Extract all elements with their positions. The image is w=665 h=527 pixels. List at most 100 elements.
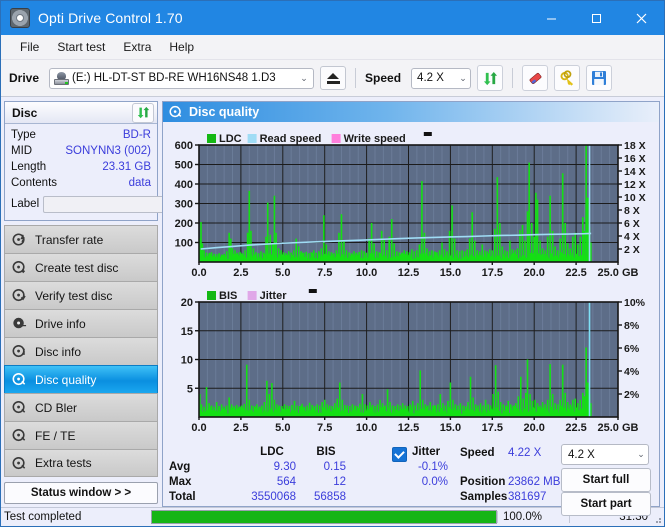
svg-text:10.0: 10.0: [356, 422, 377, 434]
test-speed-select[interactable]: 4.2 X ⌄: [561, 444, 649, 465]
svg-text:22.5: 22.5: [565, 267, 586, 279]
sidebar-item-verify-test-disc[interactable]: Verify test disc: [4, 281, 158, 309]
stats-row-label-avg: Avg: [169, 461, 191, 473]
disc-row-type: Type BD-R: [11, 127, 151, 143]
disc-panel-header: Disc: [5, 102, 157, 124]
stats-total-bis: 56858: [314, 491, 346, 503]
svg-text:8 X: 8 X: [624, 205, 640, 217]
bis-chart[interactable]: 5 10 15 20 2% 4% 6% 8% 10% 0.0 2.5 5.0 7.5 10.0 12.5 15…: [163, 282, 659, 437]
svg-text:4%: 4%: [624, 366, 640, 378]
stats-avg-jitter: -0.1%: [417, 461, 448, 473]
sidebar-item-label: Verify test disc: [35, 288, 113, 303]
svg-text:BIS: BIS: [219, 290, 237, 302]
menu-start-test[interactable]: Start test: [48, 37, 114, 57]
toolbar: Drive (E:) HL-DT-ST BD-RE WH16NS48 1.D3 …: [1, 60, 664, 97]
toolbar-divider: [355, 68, 357, 88]
maximize-button[interactable]: [574, 1, 619, 35]
app-body: Disc Type BD-R MID SONYNN3 (002) Length …: [1, 97, 664, 516]
svg-text:18 X: 18 X: [624, 140, 646, 152]
progress-percent: 100.0%: [497, 511, 569, 523]
sidebar-item-label: Disc info: [35, 344, 82, 359]
svg-text:20.0: 20.0: [523, 422, 544, 434]
svg-text:600: 600: [175, 140, 193, 152]
svg-text:15.0: 15.0: [440, 267, 461, 279]
svg-text:5.0: 5.0: [275, 422, 290, 434]
save-button[interactable]: [586, 65, 613, 91]
disc-row-contents: Contents data: [11, 175, 151, 191]
svg-text:10: 10: [181, 355, 193, 367]
svg-text:500: 500: [175, 160, 193, 172]
svg-text:2 X: 2 X: [624, 244, 640, 256]
svg-text:10.0: 10.0: [356, 267, 377, 279]
svg-text:22.5: 22.5: [565, 422, 586, 434]
menu-help[interactable]: Help: [160, 37, 203, 57]
disc-panel-title: Disc: [12, 105, 38, 120]
extra-tests-icon: [12, 456, 26, 469]
stats-total-ldc: 3550068: [251, 491, 296, 503]
keys-button[interactable]: [554, 65, 581, 91]
sidebar-item-transfer-rate[interactable]: Transfer rate: [4, 225, 158, 253]
sidebar-item-label: CD Bler: [35, 400, 78, 415]
progress-bar: [151, 510, 497, 524]
refresh-icon: [483, 71, 497, 85]
drive-select[interactable]: (E:) HL-DT-ST BD-RE WH16NS48 1.D3 ⌄: [49, 67, 315, 89]
svg-text:LDC: LDC: [219, 133, 242, 145]
sidebar-item-disc-quality[interactable]: Disc quality: [4, 365, 158, 393]
disc-refresh-button[interactable]: [132, 102, 154, 123]
erase-button[interactable]: [522, 65, 549, 91]
menu-file[interactable]: File: [11, 37, 48, 57]
sidebar-item-cd-bler[interactable]: CD Bler: [4, 393, 158, 421]
svg-text:15: 15: [181, 326, 193, 338]
drive-select-value: (E:) HL-DT-ST BD-RE WH16NS48 1.D3: [72, 72, 276, 84]
start-full-button[interactable]: Start full: [561, 468, 651, 492]
sidebar-item-label: Transfer rate: [35, 232, 104, 247]
drive-label: Drive: [9, 71, 40, 85]
close-button[interactable]: [619, 1, 664, 35]
svg-text:400: 400: [175, 179, 193, 191]
sidebar-item-create-test-disc[interactable]: Create test disc: [4, 253, 158, 281]
disc-row-mid: MID SONYNN3 (002): [11, 143, 151, 159]
sidebar-item-extra-tests[interactable]: Extra tests: [4, 449, 158, 477]
panel-header: Disc quality: [163, 102, 659, 122]
speed-select-value: 4.2 X: [417, 72, 444, 84]
sidebar-item-label: Create test disc: [35, 260, 119, 275]
disc-speed-icon: [12, 233, 25, 246]
svg-text:0.0: 0.0: [191, 422, 206, 434]
disc-quality-icon: [12, 372, 26, 386]
stats-avg-bis: 0.15: [323, 461, 346, 473]
sidebar: Disc Type BD-R MID SONYNN3 (002) Length …: [1, 97, 247, 507]
speed-select[interactable]: 4.2 X ⌄: [411, 67, 472, 89]
title-bar: Opti Drive Control 1.70: [1, 1, 664, 35]
sidebar-item-label: Drive info: [35, 316, 86, 331]
save-icon: [592, 71, 607, 85]
sidebar-item-disc-info[interactable]: Disc info: [4, 337, 158, 365]
resize-grip-icon[interactable]: [652, 514, 662, 524]
disc-properties: Type BD-R MID SONYNN3 (002) Length 23.31…: [5, 124, 247, 220]
minimize-button[interactable]: [529, 1, 574, 35]
sidebar-item-fe-te[interactable]: FE / TE: [4, 421, 158, 449]
stats-header-ldc: LDC: [260, 446, 284, 458]
refresh-button[interactable]: [477, 65, 504, 91]
svg-text:17.5: 17.5: [482, 422, 503, 434]
drive-icon: [54, 71, 70, 85]
disc-quality-icon: [169, 105, 182, 118]
sidebar-item-drive-info[interactable]: Drive info: [4, 309, 158, 337]
stats-row-label-total: Total: [169, 491, 196, 503]
menu-extra[interactable]: Extra: [114, 37, 160, 57]
eject-button[interactable]: [320, 66, 347, 90]
start-part-button[interactable]: Start part: [561, 492, 651, 516]
jitter-checkbox[interactable]: [392, 447, 407, 462]
status-window-button[interactable]: Status window > >: [4, 482, 158, 504]
sidebar-nav: Transfer rate Create test disc Verify te…: [4, 225, 158, 477]
ldc-chart[interactable]: 100 200 300 400 500 600 2 X4 X6 X8 X 10 X 12 X 14…: [163, 122, 659, 282]
svg-text:10 X: 10 X: [624, 192, 646, 204]
disc-mid-label: MID: [11, 145, 33, 157]
sidebar-item-label: FE / TE: [35, 428, 76, 443]
disc-mid-value: SONYNN3 (002): [65, 145, 151, 157]
svg-text:100: 100: [175, 238, 193, 250]
svg-text:2%: 2%: [624, 389, 640, 401]
cd-bler-icon: [12, 400, 26, 414]
eject-icon: [326, 72, 340, 84]
stats-max-ldc: 564: [276, 476, 296, 488]
